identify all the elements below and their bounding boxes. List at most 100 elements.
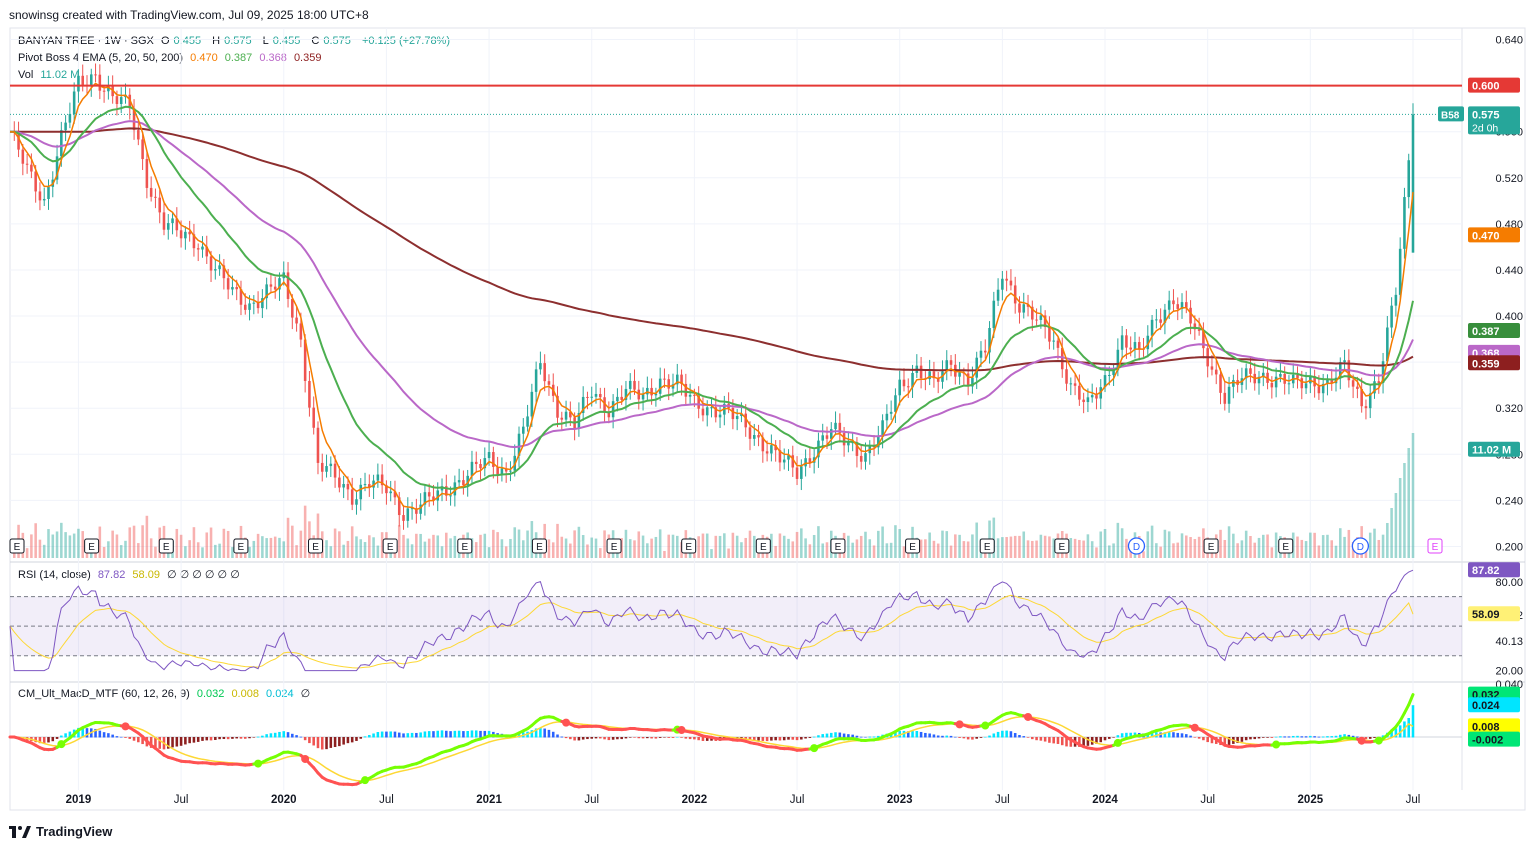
- macd-hist-bar: [355, 737, 358, 741]
- macd-hist-bar: [196, 737, 200, 742]
- candle-body: [701, 408, 705, 416]
- volume-bar: [368, 535, 371, 558]
- macd-hist-bar: [915, 730, 919, 738]
- volume-bar: [1232, 533, 1235, 558]
- volume-bar: [812, 535, 816, 558]
- candle-body: [919, 365, 923, 379]
- volume-bar: [1039, 534, 1043, 558]
- volume-bar: [1373, 528, 1376, 558]
- candle-body: [34, 171, 37, 192]
- earnings-marker-label: E: [1432, 542, 1439, 553]
- macd-hist-bar: [1244, 737, 1248, 741]
- macd-hist-bar: [474, 730, 478, 738]
- price-axis-label: 0.200: [1495, 541, 1523, 553]
- macd-hist-bar: [1253, 737, 1257, 740]
- volume-bar: [851, 542, 854, 558]
- candle-body: [958, 372, 961, 377]
- macd-hist-bar: [158, 737, 161, 749]
- volume-bar: [363, 542, 367, 558]
- volume-bar: [196, 542, 200, 558]
- macd-hist-bar: [954, 736, 957, 738]
- macd-hist-bar: [962, 737, 966, 739]
- candle-body: [757, 435, 760, 438]
- macd-hist-bar: [209, 737, 213, 741]
- macd-hist-bar: [761, 737, 765, 741]
- volume-bar: [51, 534, 55, 558]
- candle-body: [667, 379, 671, 389]
- volume-bar: [1073, 538, 1077, 558]
- candle-body: [406, 508, 410, 521]
- macd-hist-bar: [1120, 733, 1124, 738]
- macd-hist-bar: [333, 737, 337, 748]
- candle-body: [949, 360, 953, 365]
- volume-bar: [397, 525, 401, 558]
- candle-body: [1001, 278, 1004, 290]
- volume-bar: [517, 529, 521, 558]
- volume-bar: [1347, 529, 1351, 558]
- volume-bar: [487, 547, 491, 558]
- volume-bar: [137, 543, 140, 558]
- candle-body: [25, 163, 29, 165]
- macd-hist-bar: [295, 735, 298, 738]
- volume-bar: [744, 537, 747, 558]
- volume-bar: [149, 538, 153, 558]
- macd-hist-bar: [1052, 737, 1055, 744]
- candle-body: [402, 515, 405, 521]
- candle-body: [1351, 380, 1355, 387]
- volume-bar: [372, 537, 375, 558]
- macd-hist-bar: [795, 737, 799, 741]
- candle-body: [1035, 319, 1038, 321]
- volume-bar: [1031, 540, 1034, 558]
- macd-hist-bar: [201, 737, 204, 741]
- volume-bar: [1069, 538, 1073, 558]
- macd-hist-bar: [1304, 736, 1308, 738]
- volume-bar: [1313, 532, 1316, 558]
- macd-hist-bar: [1313, 736, 1316, 738]
- volume-bar: [924, 539, 927, 558]
- macd-hist-bar: [389, 731, 392, 738]
- rsi-axis-label: 40.13: [1495, 636, 1523, 648]
- macd-hist-bar: [1356, 736, 1359, 738]
- candle-body: [308, 380, 311, 408]
- volume-bar: [1253, 542, 1257, 558]
- volume-bar: [179, 534, 183, 558]
- price-axis-label: 0.400: [1495, 311, 1523, 323]
- macd-hist-bar: [205, 737, 209, 741]
- candle-body: [526, 416, 529, 427]
- macd-hist-bar: [440, 730, 444, 738]
- volume-bar: [47, 529, 50, 558]
- price-label-text: 0.600: [1472, 81, 1500, 93]
- volume-bar: [658, 529, 662, 558]
- volume-bar: [748, 530, 752, 558]
- candle-body: [628, 380, 632, 389]
- macd-hist-bar: [581, 737, 585, 740]
- macd-hist-bar: [1291, 735, 1295, 738]
- volume-bar: [38, 539, 42, 558]
- candle-body: [607, 412, 611, 418]
- macd-hist-bar: [1202, 737, 1205, 741]
- volume-bar: [667, 534, 671, 558]
- macd-hist-bar: [924, 732, 927, 738]
- volume-bar: [1146, 531, 1150, 558]
- volume-bar: [740, 542, 743, 558]
- candle-body: [1287, 383, 1291, 385]
- volume-bar: [415, 533, 418, 558]
- candle-body: [338, 477, 341, 488]
- macd-hist-bar: [551, 731, 555, 738]
- candle-body: [1172, 300, 1175, 305]
- volume-bar: [902, 546, 906, 558]
- macd-hist-bar: [577, 737, 581, 741]
- macd-hist-bar: [808, 737, 812, 738]
- candle-body: [72, 91, 76, 115]
- volume-bar: [350, 526, 354, 558]
- chart-canvas[interactable]: 2019 Jul 2020 Jul 2021 Jul 2022 Jul 2023 Jul 2024 J…: [0, 0, 1535, 850]
- candle-body: [342, 483, 345, 488]
- candle-body: [141, 139, 144, 160]
- macd-hist-bar: [350, 737, 354, 743]
- volume-bar: [81, 531, 84, 558]
- volume-bar: [1330, 540, 1334, 558]
- price-label-0387: 0.387: [1468, 323, 1520, 339]
- candle-body: [1159, 319, 1162, 323]
- candle-body: [1296, 374, 1299, 379]
- volume-bar: [650, 538, 653, 558]
